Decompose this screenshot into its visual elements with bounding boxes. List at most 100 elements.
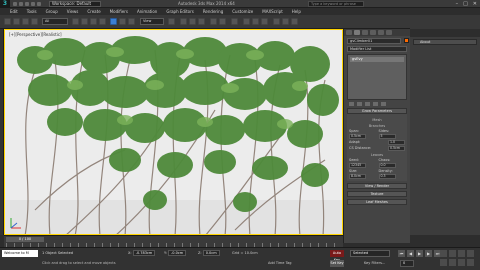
select-by-name-icon[interactable] [81, 18, 88, 25]
undo-button[interactable] [4, 18, 11, 25]
curve-editor-icon[interactable] [243, 18, 250, 25]
render-teapot-icon[interactable] [291, 18, 298, 25]
pin-stack-icon[interactable] [349, 102, 354, 106]
unlink-icon[interactable] [31, 18, 38, 25]
current-frame-field[interactable]: 0 [400, 260, 414, 267]
play-icon[interactable]: ▶ [416, 250, 423, 257]
maximize-viewport-icon[interactable] [467, 259, 474, 266]
percent-snap-icon[interactable] [198, 18, 205, 25]
zoom-icon[interactable] [440, 250, 447, 257]
stack-item[interactable]: gvEvy [350, 57, 404, 62]
span-spinner[interactable]: 0.5cm [349, 134, 366, 139]
time-slider[interactable]: 0 / 100 [6, 237, 44, 242]
selection-filter-dropdown[interactable]: All [42, 18, 68, 25]
display-tab-icon[interactable] [378, 30, 384, 35]
size-spinner[interactable]: 8.0cm [349, 174, 366, 179]
redo-button[interactable] [13, 18, 20, 25]
go-to-start-icon[interactable]: ⏮ [398, 250, 405, 257]
menu-tools[interactable]: Tools [27, 9, 37, 14]
schematic-view-icon[interactable] [252, 18, 259, 25]
field-of-view-icon[interactable] [440, 259, 447, 266]
about-rollout[interactable]: About [413, 39, 477, 45]
menu-help[interactable]: Help [292, 9, 301, 14]
object-color-swatch[interactable] [404, 38, 409, 43]
menu-group[interactable]: Group [46, 9, 58, 14]
select-and-rotate-icon[interactable] [119, 18, 126, 25]
maxscript-listener-input[interactable]: Welcome to M [2, 250, 38, 257]
stack-tools [349, 102, 405, 106]
zoom-all-icon[interactable] [449, 250, 456, 257]
maximize-button[interactable]: □ [463, 1, 468, 7]
search-input[interactable]: Type a keyword or phrase [308, 1, 364, 7]
texture-rollout[interactable]: Texture [347, 191, 407, 197]
create-tab-icon[interactable] [346, 30, 352, 35]
reference-coord-dropdown[interactable]: View [140, 18, 164, 25]
sides-spinner[interactable]: 5 [378, 134, 396, 139]
key-set-dropdown[interactable]: Selected [350, 250, 390, 257]
material-editor-icon[interactable] [261, 18, 268, 25]
menu-animation[interactable]: Animation [137, 9, 157, 14]
add-time-tag-button[interactable]: Add Time Tag [268, 260, 292, 267]
modifier-list-dropdown[interactable]: Modifier List [347, 46, 407, 52]
viewport-label[interactable]: [+][Perspective][Realistic] [9, 32, 62, 37]
select-and-scale-icon[interactable] [128, 18, 135, 25]
object-name-field[interactable]: gvClimber01 [347, 38, 401, 44]
x-field[interactable]: -0.783cm [132, 250, 156, 256]
window-crossing-icon[interactable] [99, 18, 106, 25]
mirror-icon[interactable] [210, 18, 217, 25]
perspective-viewport[interactable]: [+][Perspective][Realistic] [4, 29, 343, 235]
set-key-button[interactable]: Set Key [330, 260, 344, 267]
leaf-meshes-rollout[interactable]: Leaf Meshes [347, 199, 407, 205]
link-icon[interactable] [22, 18, 29, 25]
make-unique-icon[interactable] [365, 102, 370, 106]
app-logo-icon[interactable]: 3 [0, 0, 10, 8]
previous-frame-icon[interactable]: ◀ [407, 250, 414, 257]
density-spinner[interactable]: 0.3 [378, 174, 396, 179]
configure-sets-icon[interactable] [381, 102, 386, 106]
workspace-dropdown[interactable]: Workspace: Default [49, 0, 101, 7]
adapt-spinner[interactable]: 1.0 [388, 139, 405, 145]
menu-modifiers[interactable]: Modifiers [110, 9, 128, 14]
select-object-icon[interactable] [72, 18, 79, 25]
utilities-tab-icon[interactable] [386, 30, 392, 35]
menu-views[interactable]: Views [67, 9, 79, 14]
layer-manager-icon[interactable] [231, 18, 238, 25]
minimize-button[interactable]: – [456, 1, 459, 7]
rendered-frame-icon[interactable] [282, 18, 289, 25]
menu-edit[interactable]: Edit [10, 9, 18, 14]
zoom-extents-all-icon[interactable] [467, 250, 474, 257]
menu-customize[interactable]: Customize [232, 9, 253, 14]
close-button[interactable]: ✕ [473, 1, 477, 7]
undo-icon[interactable] [31, 1, 35, 6]
menu-graph-editors[interactable]: Graph Editors [166, 9, 193, 14]
y-field[interactable]: -0.0cm [167, 250, 187, 256]
redo-icon[interactable] [37, 1, 41, 6]
z-field[interactable]: 0.0cm [202, 250, 220, 256]
angle-snap-icon[interactable] [189, 18, 196, 25]
open-file-icon[interactable] [19, 1, 23, 6]
orbit-icon[interactable] [458, 259, 465, 266]
menu-rendering[interactable]: Rendering [203, 9, 223, 14]
new-file-icon[interactable] [13, 1, 17, 6]
key-filters-button[interactable]: Key Filters... [364, 260, 385, 267]
modify-tab-icon[interactable] [354, 30, 360, 35]
auto-key-button[interactable]: Auto Key [330, 250, 344, 262]
pivot-center-icon[interactable] [168, 18, 175, 25]
remove-modifier-icon[interactable] [373, 102, 378, 106]
align-icon[interactable] [219, 18, 226, 25]
select-and-move-icon[interactable] [110, 18, 117, 25]
show-end-result-icon[interactable] [357, 102, 362, 106]
snap-toggle-icon[interactable] [180, 18, 187, 25]
hierarchy-tab-icon[interactable] [362, 30, 368, 35]
motion-tab-icon[interactable] [370, 30, 376, 35]
pan-icon[interactable] [449, 259, 456, 266]
save-file-icon[interactable] [25, 1, 29, 6]
zoom-extents-icon[interactable] [458, 250, 465, 257]
menu-create[interactable]: Create [87, 9, 100, 14]
rect-selection-icon[interactable] [90, 18, 97, 25]
view-render-rollout[interactable]: View / Render [347, 183, 407, 189]
menu-maxscript[interactable]: MAXScript [262, 9, 283, 14]
cs-distance-spinner[interactable]: 0.5cm [388, 145, 405, 151]
next-frame-icon[interactable]: ▶ [425, 250, 432, 257]
render-setup-icon[interactable] [273, 18, 280, 25]
